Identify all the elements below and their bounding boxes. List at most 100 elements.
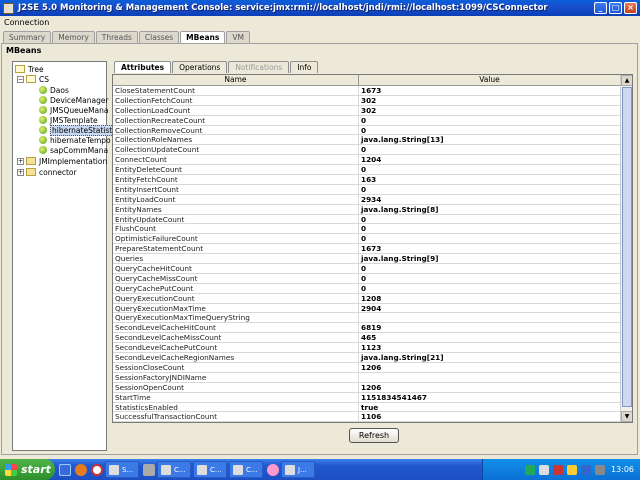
- maximize-button[interactable]: □: [609, 2, 622, 14]
- table-row[interactable]: SuccessfulTransactionCount 1106: [113, 412, 621, 422]
- tree-node-jmimplementation[interactable]: + JMImplementation: [17, 156, 107, 166]
- column-header-name[interactable]: Name: [113, 75, 359, 85]
- table-row[interactable]: CollectionRoleNames java.lang.String[13]: [113, 135, 621, 146]
- firefox-icon[interactable]: [75, 463, 87, 476]
- table-row[interactable]: CloseStatementCount 1673: [113, 86, 621, 96]
- table-row[interactable]: CollectionLoadCount 302: [113, 105, 621, 116]
- mbean-tree[interactable]: Tree − CS Daos DeviceManager JMSQueueMan…: [12, 61, 115, 451]
- table-row[interactable]: CollectionFetchCount 302: [113, 95, 621, 106]
- close-button[interactable]: ×: [624, 2, 637, 14]
- tree-item[interactable]: sapCommMana: [39, 145, 108, 155]
- tree-item[interactable]: Daos: [39, 85, 69, 95]
- minimize-button[interactable]: _: [594, 2, 607, 14]
- attribute-value-cell[interactable]: java.lang.String[21]: [359, 353, 621, 362]
- table-row[interactable]: QueryCachePutCount 0: [113, 283, 621, 294]
- tray-icon[interactable]: [552, 464, 563, 475]
- app-quick-icon[interactable]: [143, 463, 155, 476]
- table-row[interactable]: StatisticsEnabled true: [113, 402, 621, 413]
- opera-icon[interactable]: [91, 463, 103, 476]
- attribute-value-cell[interactable]: 1123: [359, 343, 621, 353]
- table-row[interactable]: SecondLevelCacheRegionNames java.lang.Str…: [113, 353, 621, 363]
- attribute-value-cell[interactable]: 0: [359, 283, 621, 293]
- tab-summary[interactable]: Summary: [3, 31, 52, 43]
- attribute-value-cell[interactable]: 0: [359, 273, 621, 283]
- attribute-value-cell[interactable]: [359, 313, 621, 323]
- tray-icon[interactable]: [524, 464, 535, 475]
- tray-icon[interactable]: [580, 464, 591, 475]
- expand-icon[interactable]: +: [17, 168, 24, 176]
- tree-root[interactable]: Tree: [15, 64, 44, 74]
- table-row[interactable]: EntityInsertCount 0: [113, 184, 621, 195]
- tree-item[interactable]: JMSTemplate: [39, 115, 98, 125]
- table-row[interactable]: EntityDeleteCount 0: [113, 165, 621, 176]
- attribute-value-cell[interactable]: java.lang.String[9]: [359, 254, 621, 264]
- attribute-value-cell[interactable]: java.lang.String[13]: [359, 135, 621, 145]
- attribute-value-cell[interactable]: 1206: [359, 382, 621, 392]
- attribute-value-cell[interactable]: 6819: [359, 323, 621, 333]
- volume-icon[interactable]: [594, 464, 605, 475]
- scroll-up-icon[interactable]: ▲: [621, 75, 632, 86]
- attribute-value-cell[interactable]: 0: [359, 145, 621, 155]
- start-button[interactable]: start: [0, 459, 55, 480]
- attribute-value-cell[interactable]: 1106: [359, 412, 621, 422]
- table-row[interactable]: CollectionUpdateCount 0: [113, 145, 621, 156]
- tree-item-selected[interactable]: hibernateStatist: [39, 124, 115, 136]
- expand-icon[interactable]: +: [17, 157, 24, 165]
- tab-vm[interactable]: VM: [226, 31, 250, 43]
- table-row[interactable]: EntityNames java.lang.String[8]: [113, 204, 621, 215]
- tray-icon[interactable]: [566, 464, 577, 475]
- vertical-scrollbar[interactable]: ▲ ▼: [620, 75, 632, 422]
- table-row[interactable]: OptimisticFailureCount 0: [113, 234, 621, 245]
- attribute-value-cell[interactable]: 302: [359, 95, 621, 105]
- taskbar-item[interactable]: C...: [229, 461, 263, 478]
- table-row[interactable]: StartTime 1151834541467: [113, 392, 621, 403]
- attribute-value-cell[interactable]: java.lang.String[8]: [359, 204, 621, 214]
- table-row[interactable]: SecondLevelCachePutCount 1123: [113, 343, 621, 354]
- attribute-value-cell[interactable]: 465: [359, 333, 621, 343]
- attribute-value-cell[interactable]: 0: [359, 214, 621, 224]
- attribute-value-cell[interactable]: 2904: [359, 303, 621, 313]
- table-row[interactable]: QueryExecutionMaxTime 2904: [113, 303, 621, 314]
- taskbar-item[interactable]: J...: [281, 461, 315, 478]
- table-row[interactable]: QueryExecutionMaxTimeQueryString: [113, 313, 621, 324]
- attribute-value-cell[interactable]: 0: [359, 115, 621, 125]
- column-header-value[interactable]: Value: [359, 75, 621, 85]
- tray-icon[interactable]: [538, 464, 549, 475]
- attribute-value-cell[interactable]: [359, 372, 621, 382]
- tab-threads[interactable]: Threads: [95, 31, 138, 43]
- attribute-value-cell[interactable]: 1673: [359, 244, 621, 254]
- taskbar-item[interactable]: S...: [105, 461, 139, 478]
- attribute-value-cell[interactable]: 0: [359, 234, 621, 244]
- tree-item[interactable]: DeviceManager: [39, 95, 109, 105]
- tab-memory[interactable]: Memory: [52, 31, 95, 43]
- table-row[interactable]: SecondLevelCacheMissCount 465: [113, 333, 621, 344]
- tree-node-cs[interactable]: − CS: [17, 74, 49, 84]
- table-row[interactable]: QueryCacheHitCount 0: [113, 264, 621, 274]
- table-row[interactable]: SecondLevelCacheHitCount 6819: [113, 323, 621, 334]
- attribute-value-cell[interactable]: 0: [359, 224, 621, 234]
- attribute-value-cell[interactable]: 1204: [359, 155, 621, 165]
- attribute-value-cell[interactable]: 0: [359, 125, 621, 135]
- tab-attributes[interactable]: Attributes: [114, 61, 172, 73]
- table-row[interactable]: SessionFactoryJNDIName: [113, 372, 621, 383]
- table-row[interactable]: PrepareStatementCount 1673: [113, 244, 621, 255]
- attribute-value-cell[interactable]: 1208: [359, 293, 621, 303]
- table-row[interactable]: CollectionRemoveCount 0: [113, 125, 621, 136]
- menu-connection[interactable]: Connection: [4, 18, 49, 27]
- attribute-value-cell[interactable]: 0: [359, 264, 621, 273]
- taskbar-item[interactable]: C...: [193, 461, 227, 478]
- attribute-value-cell[interactable]: 1151834541467: [359, 392, 621, 402]
- tab-info[interactable]: Info: [290, 61, 319, 73]
- tree-item[interactable]: JMSQueueMana: [39, 105, 109, 115]
- table-row[interactable]: EntityLoadCount 2934: [113, 194, 621, 205]
- tab-notifications[interactable]: Notifications: [228, 61, 290, 73]
- table-row[interactable]: SessionCloseCount 1206: [113, 362, 621, 373]
- scroll-thumb[interactable]: [622, 87, 632, 407]
- tab-classes[interactable]: Classes: [138, 31, 180, 43]
- attribute-value-cell[interactable]: true: [359, 402, 621, 412]
- attribute-value-cell[interactable]: 0: [359, 184, 621, 194]
- tab-operations[interactable]: Operations: [172, 61, 228, 73]
- tree-node-connector[interactable]: + connector: [17, 167, 77, 177]
- tree-item[interactable]: hibernateTempo: [39, 135, 111, 145]
- attribute-value-cell[interactable]: 1673: [359, 86, 621, 95]
